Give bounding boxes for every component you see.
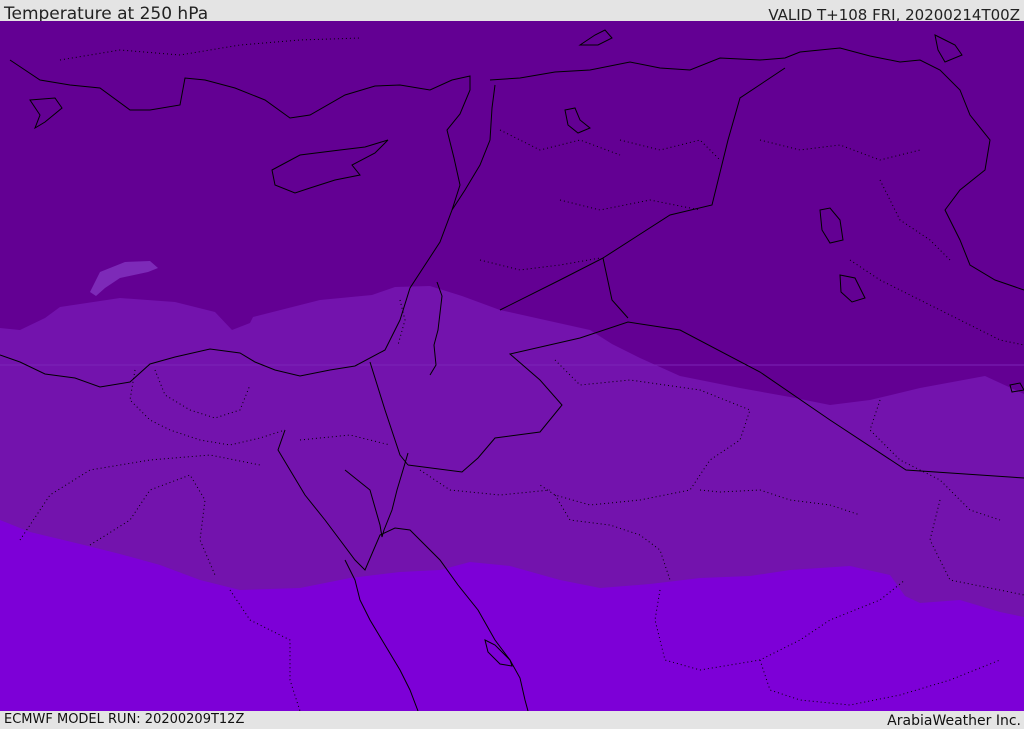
temperature-map [0, 21, 1024, 711]
model-run-label: ECMWF MODEL RUN: 20200209T12Z [4, 712, 245, 727]
header-bar: Temperature at 250 hPa VALID T+108 FRI, … [0, 0, 1024, 24]
credit-label: ArabiaWeather Inc. [887, 713, 1021, 729]
